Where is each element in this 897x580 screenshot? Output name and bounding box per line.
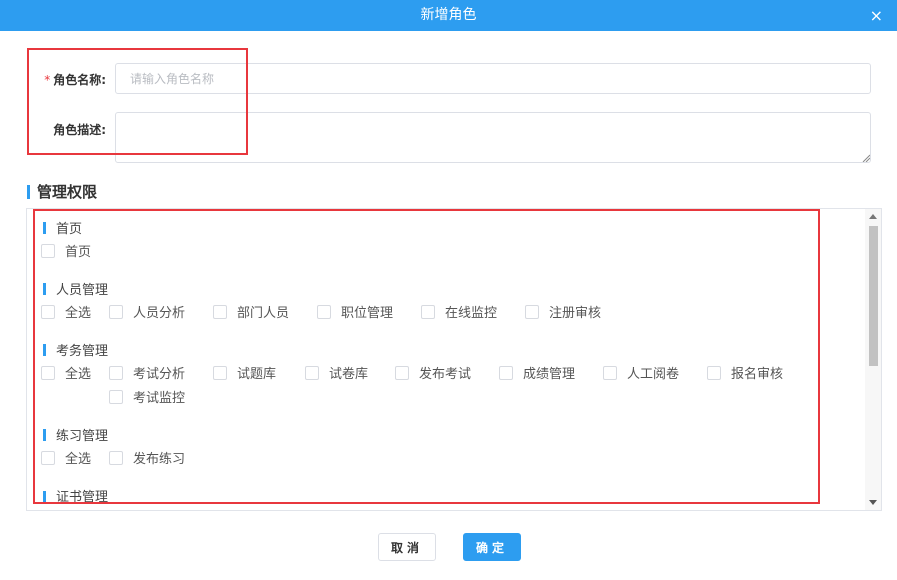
permissions-section-title: 管理权限 (27, 181, 97, 202)
close-icon[interactable]: × (870, 0, 883, 31)
highlight-box-form-labels (27, 48, 248, 155)
dialog-title: 新增角色 (420, 7, 477, 23)
scrollbar[interactable] (865, 209, 881, 510)
confirm-button[interactable]: 确定 (463, 533, 521, 561)
scrollbar-thumb[interactable] (869, 226, 878, 366)
highlight-box-permissions (33, 209, 820, 504)
scroll-down-icon[interactable] (869, 500, 877, 505)
dialog-titlebar: 新增角色 × (0, 0, 897, 31)
cancel-button[interactable]: 取消 (378, 533, 436, 561)
resize-grip-icon[interactable] (862, 154, 870, 162)
scroll-up-icon[interactable] (869, 214, 877, 219)
section-bar-icon (27, 185, 30, 199)
